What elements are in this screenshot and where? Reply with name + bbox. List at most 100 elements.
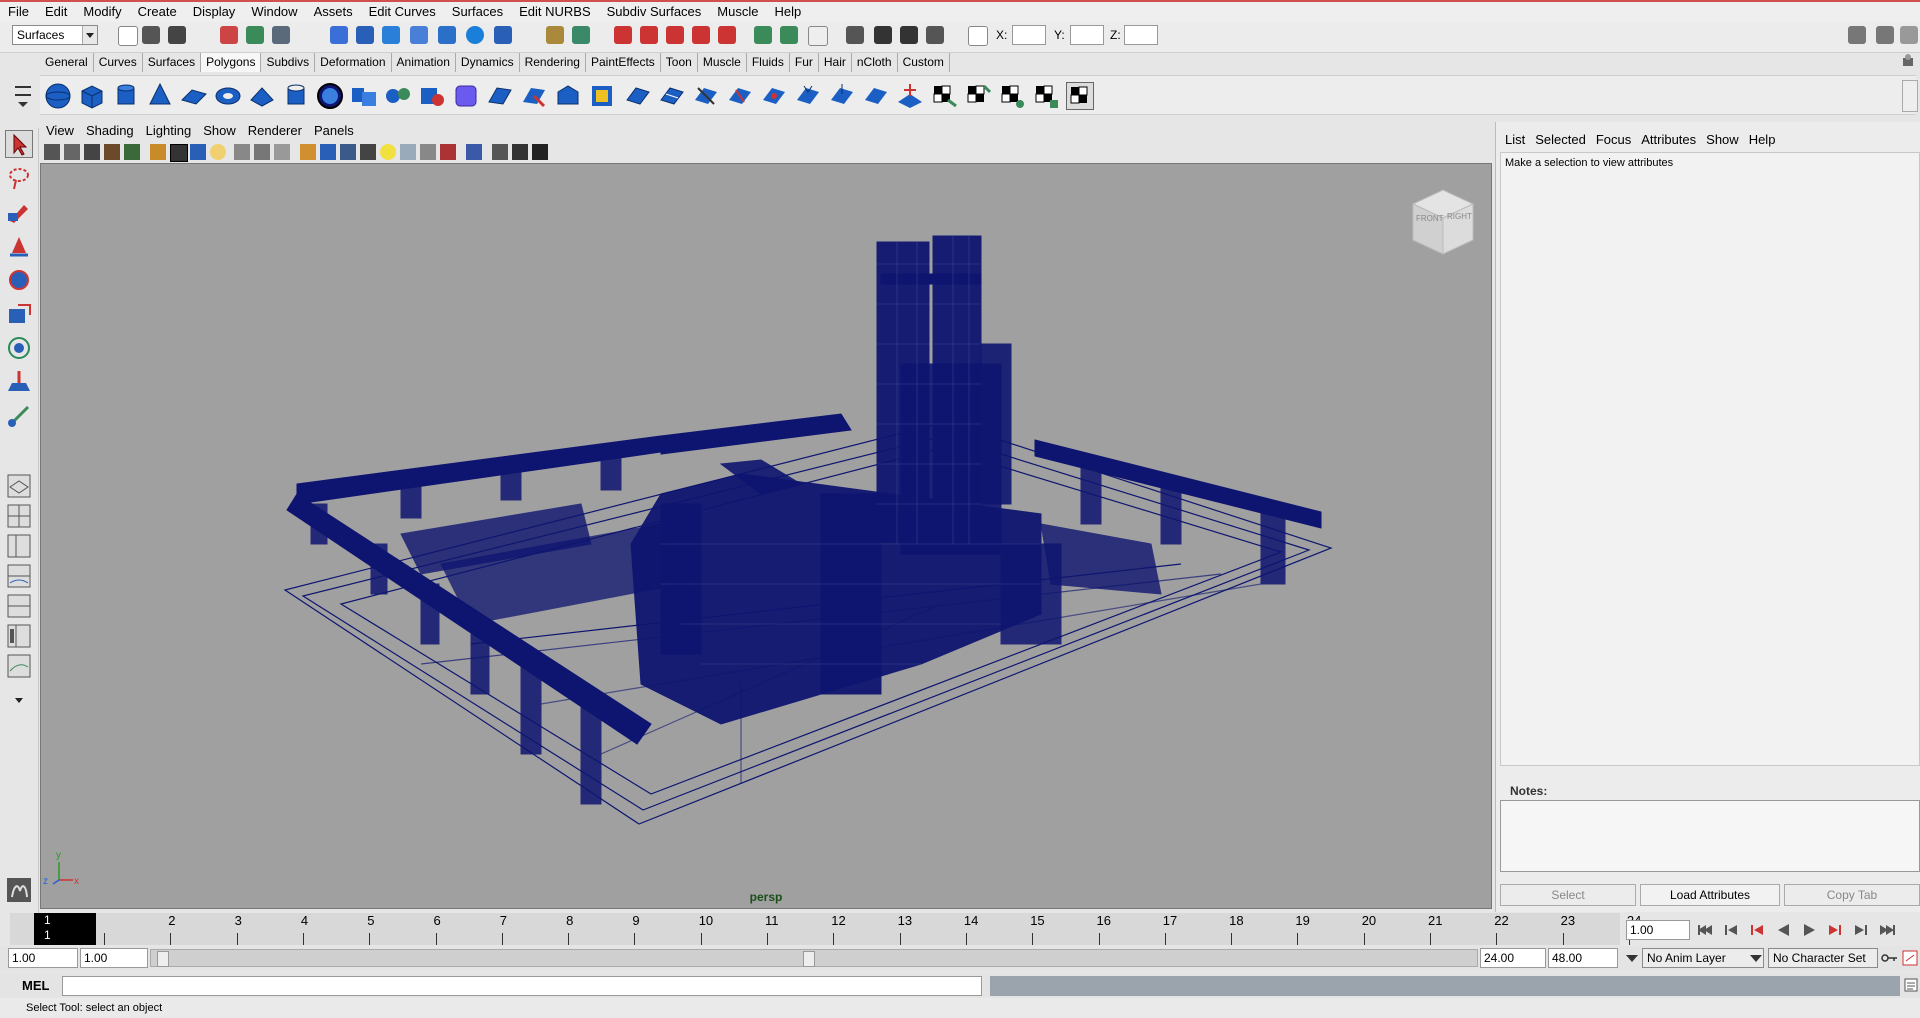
poly-combine-icon[interactable] xyxy=(350,82,378,110)
smooth-shade-icon[interactable] xyxy=(320,144,336,160)
poly-insert-edge-icon[interactable] xyxy=(658,82,686,110)
film-gate-icon[interactable] xyxy=(170,144,188,162)
uv-planar-icon[interactable] xyxy=(964,82,992,110)
shelf-scrollbar[interactable] xyxy=(1902,80,1918,112)
select-object-icon[interactable] xyxy=(246,26,264,44)
camera-attributes-icon[interactable] xyxy=(64,144,80,160)
mel-command-input[interactable] xyxy=(62,976,982,996)
menu-subdiv-surfaces[interactable]: Subdiv Surfaces xyxy=(599,2,710,22)
poly-prism-icon[interactable] xyxy=(248,82,276,110)
resolution-gate-icon[interactable] xyxy=(190,144,206,160)
go-to-start-icon[interactable] xyxy=(1696,922,1714,938)
tab-dynamics[interactable]: Dynamics xyxy=(456,53,520,72)
menu-modify[interactable]: Modify xyxy=(75,2,129,22)
magnet-point-icon[interactable] xyxy=(666,26,684,44)
shadows-icon[interactable] xyxy=(400,144,416,160)
lasso-tool-icon[interactable] xyxy=(5,164,33,192)
attr-menu-attributes[interactable]: Attributes xyxy=(1636,132,1701,147)
tab-ncloth[interactable]: nCloth xyxy=(852,53,898,72)
poly-split-icon[interactable] xyxy=(624,82,652,110)
bookmarks-icon[interactable] xyxy=(84,144,100,160)
persp-outliner-layout-icon[interactable] xyxy=(5,532,33,560)
play-forward-icon[interactable] xyxy=(1800,922,1818,938)
outliner-layout-icon[interactable] xyxy=(5,622,33,650)
tab-fluids[interactable]: Fluids xyxy=(747,53,790,72)
script-editor-icon[interactable] xyxy=(1904,978,1918,992)
tool-settings-toggle-icon[interactable] xyxy=(1900,26,1918,44)
poly-bevel-icon[interactable] xyxy=(554,82,582,110)
safe-action-icon[interactable] xyxy=(254,144,270,160)
select-hierarchy-icon[interactable] xyxy=(220,26,238,44)
anim-layer-dropdown[interactable]: No Anim Layer xyxy=(1642,948,1764,968)
history-icon[interactable] xyxy=(754,26,772,44)
select-button[interactable]: Select xyxy=(1500,884,1636,906)
step-forward-key-icon[interactable] xyxy=(1852,922,1870,938)
uv-automatic-icon[interactable] xyxy=(1066,82,1094,110)
menu-edit-curves[interactable]: Edit Curves xyxy=(361,2,444,22)
rotate-tool-icon[interactable] xyxy=(5,266,33,294)
graph-editor-layout-icon[interactable] xyxy=(5,652,33,680)
go-to-end-icon[interactable] xyxy=(1878,922,1896,938)
mel-label[interactable]: MEL xyxy=(22,978,49,993)
lights-icon[interactable] xyxy=(380,144,396,160)
time-slider[interactable]: 1 1 2 3 4 5 6 7 8 9 10 11 12 13 14 15 16 17 18 19 20 21 22 23… xyxy=(10,913,1641,945)
hud-icon[interactable] xyxy=(492,144,508,160)
shelf-menu-icon[interactable] xyxy=(10,80,36,110)
transform-field-icon[interactable] xyxy=(968,26,988,46)
render-globals-icon[interactable] xyxy=(926,26,944,44)
menu-surfaces[interactable]: Surfaces xyxy=(444,2,511,22)
poly-plane-icon[interactable] xyxy=(180,82,208,110)
poly-merge-icon[interactable] xyxy=(862,82,890,110)
tab-muscle[interactable]: Muscle xyxy=(698,53,747,72)
menu-assets[interactable]: Assets xyxy=(306,2,361,22)
menu-create[interactable]: Create xyxy=(130,2,185,22)
snap-grid-icon[interactable] xyxy=(330,26,348,44)
uv-cylindrical-icon[interactable] xyxy=(998,82,1026,110)
image-plane-icon[interactable] xyxy=(104,144,120,160)
select-tool-icon[interactable] xyxy=(5,130,33,158)
poly-smooth-icon[interactable] xyxy=(452,82,480,110)
menu-help[interactable]: Help xyxy=(766,2,809,22)
soft-modification-tool-icon[interactable] xyxy=(5,368,33,396)
character-set-dropdown[interactable]: No Character Set xyxy=(1768,948,1878,968)
layout-menu-chevron-icon[interactable] xyxy=(5,686,33,714)
playback-start-field[interactable]: 1.00 xyxy=(80,948,148,968)
textured-icon[interactable] xyxy=(360,144,376,160)
range-end-handle[interactable] xyxy=(803,951,815,967)
attr-menu-focus[interactable]: Focus xyxy=(1591,132,1636,147)
save-scene-icon[interactable] xyxy=(168,26,186,44)
show-manipulator-icon[interactable] xyxy=(5,402,33,430)
poly-append-icon[interactable] xyxy=(588,82,616,110)
menu-edit[interactable]: Edit xyxy=(37,2,75,22)
poly-pipe-icon[interactable] xyxy=(282,82,310,110)
play-backward-icon[interactable] xyxy=(1774,922,1792,938)
attr-menu-list[interactable]: List xyxy=(1500,132,1530,147)
y-field[interactable] xyxy=(1070,25,1104,45)
tab-subdivs[interactable]: Subdivs xyxy=(261,53,316,72)
tab-curves[interactable]: Curves xyxy=(94,53,143,72)
single-pane-layout-icon[interactable] xyxy=(5,472,33,500)
high-quality-icon[interactable] xyxy=(512,144,528,160)
render-current-frame-icon[interactable] xyxy=(874,26,892,44)
step-back-frame-icon[interactable] xyxy=(1748,922,1766,938)
magnet-live-icon[interactable] xyxy=(718,26,736,44)
step-back-key-icon[interactable] xyxy=(1722,922,1740,938)
range-slider[interactable] xyxy=(150,949,1478,967)
four-pane-layout-icon[interactable] xyxy=(5,502,33,530)
current-frame-marker[interactable]: 1 1 xyxy=(34,913,96,945)
character-set-chevron-icon[interactable] xyxy=(1748,951,1764,965)
auto-key-icon[interactable] xyxy=(1880,951,1898,965)
open-scene-icon[interactable] xyxy=(142,26,160,44)
end-time-field[interactable]: 48.00 xyxy=(1548,948,1618,968)
magnet-plane-icon[interactable] xyxy=(692,26,710,44)
panel-menu-show[interactable]: Show xyxy=(197,122,242,140)
tab-rendering[interactable]: Rendering xyxy=(520,53,586,72)
hypershade-layout-icon[interactable] xyxy=(5,592,33,620)
attr-menu-show[interactable]: Show xyxy=(1701,132,1744,147)
2d-pan-zoom-icon[interactable] xyxy=(124,144,140,160)
magnet-curve-icon[interactable] xyxy=(640,26,658,44)
ipr-render-icon[interactable] xyxy=(900,26,918,44)
tab-general[interactable]: General xyxy=(40,53,94,72)
poly-center-pivot-icon[interactable] xyxy=(896,82,924,110)
notes-field[interactable] xyxy=(1500,800,1920,872)
